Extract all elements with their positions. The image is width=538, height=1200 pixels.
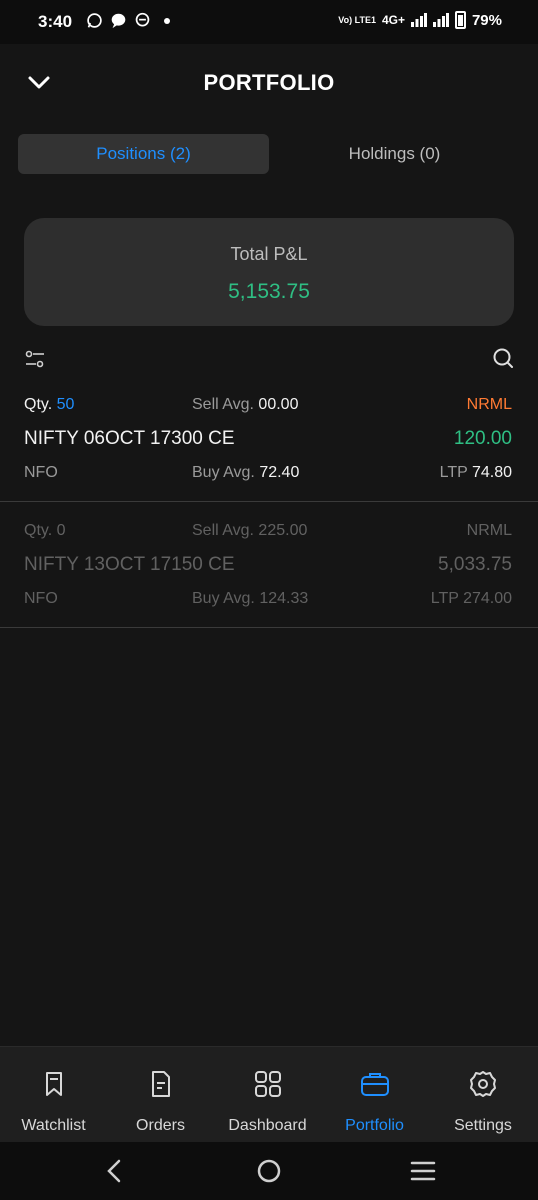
nav-label: Watchlist bbox=[21, 1117, 86, 1134]
system-indicators: Vo) LTE1 4G+ 79% bbox=[338, 11, 502, 29]
nav-label: Orders bbox=[136, 1117, 185, 1134]
sell-avg-field: Sell Avg. 225.00 bbox=[192, 522, 307, 540]
status-bar: 3:40 Vo) LTE1 4G+ 79% bbox=[0, 0, 538, 44]
chat-icon bbox=[135, 12, 150, 27]
buy-avg-field: Buy Avg. 72.40 bbox=[192, 464, 299, 482]
ltp-value: 274.00 bbox=[463, 590, 512, 607]
position-pnl: 120.00 bbox=[453, 428, 512, 449]
qty-label: Qty. bbox=[24, 522, 53, 539]
search-button[interactable] bbox=[492, 347, 514, 369]
nav-portfolio[interactable]: Portfolio bbox=[321, 1047, 428, 1143]
notification-dot bbox=[164, 17, 170, 24]
filter-button[interactable] bbox=[24, 348, 46, 370]
nav-watchlist[interactable]: Watchlist bbox=[0, 1047, 107, 1143]
whatsapp-icon bbox=[87, 13, 102, 28]
total-pnl-card: Total P&L 5,153.75 bbox=[24, 218, 514, 326]
battery-icon bbox=[454, 11, 466, 29]
position-row[interactable]: Qty. 50 Sell Avg. 00.00 NRML NIFTY 06OCT… bbox=[0, 376, 538, 502]
message-icon bbox=[111, 13, 126, 29]
instrument-symbol: NIFTY 06OCT 17300 CE bbox=[24, 428, 235, 449]
product-type: NRML bbox=[466, 396, 512, 413]
sell-avg-value: 225.00 bbox=[258, 522, 308, 539]
app-header: PORTFOLIO bbox=[0, 44, 538, 120]
status-time: 3:40 bbox=[38, 12, 73, 31]
qty-value: 0 bbox=[56, 522, 66, 539]
nav-label: Settings bbox=[454, 1117, 512, 1134]
ltp-field: LTP 74.80 bbox=[440, 464, 512, 482]
page-title: PORTFOLIO bbox=[203, 70, 335, 95]
sell-avg-label: Sell Avg. bbox=[192, 396, 254, 413]
sell-avg-value: 00.00 bbox=[258, 396, 299, 413]
nav-settings[interactable]: Settings bbox=[428, 1047, 538, 1143]
nav-orders[interactable]: Orders bbox=[107, 1047, 214, 1143]
grid-icon bbox=[254, 1071, 281, 1097]
tab-positions[interactable]: Positions (2) bbox=[18, 134, 269, 174]
nav-dashboard[interactable]: Dashboard bbox=[214, 1047, 321, 1143]
exchange: NFO bbox=[24, 464, 58, 481]
sell-avg-label: Sell Avg. bbox=[192, 522, 254, 539]
back-icon[interactable] bbox=[100, 1156, 130, 1186]
position-pnl: 5,033.75 bbox=[438, 554, 512, 575]
bottom-navigation: Watchlist Orders Dashboard Portfolio Set… bbox=[0, 1046, 538, 1142]
qty-field: Qty. 50 bbox=[24, 396, 74, 414]
notification-icons bbox=[86, 12, 170, 29]
ltp-field: LTP 274.00 bbox=[431, 590, 512, 608]
portfolio-tabs: Positions (2) Holdings (0) bbox=[18, 134, 520, 174]
nav-label: Portfolio bbox=[345, 1117, 404, 1134]
ltp-value: 74.80 bbox=[471, 464, 512, 481]
recents-icon[interactable] bbox=[408, 1156, 438, 1186]
qty-label: Qty. bbox=[24, 396, 53, 413]
ltp-label: LTP bbox=[439, 464, 468, 481]
product-type: NRML bbox=[466, 522, 512, 539]
document-icon bbox=[151, 1071, 170, 1097]
search-icon bbox=[493, 348, 513, 368]
buy-avg-field: Buy Avg. 124.33 bbox=[192, 590, 308, 608]
bookmark-icon bbox=[45, 1072, 62, 1096]
qty-value: 50 bbox=[56, 396, 75, 413]
nav-label: Dashboard bbox=[228, 1117, 307, 1134]
briefcase-icon bbox=[360, 1073, 389, 1096]
gear-icon bbox=[470, 1071, 496, 1097]
buy-avg-value: 124.33 bbox=[259, 590, 309, 607]
ltp-label: LTP bbox=[430, 590, 459, 607]
buy-avg-label: Buy Avg. bbox=[192, 590, 255, 607]
total-pnl-value: 5,153.75 bbox=[228, 280, 310, 303]
tab-holdings[interactable]: Holdings (0) bbox=[269, 134, 520, 174]
network-type: 4G+ bbox=[381, 13, 405, 27]
battery-percent: 79% bbox=[471, 11, 502, 29]
qty-field: Qty. 0 bbox=[24, 522, 66, 540]
buy-avg-label: Buy Avg. bbox=[192, 464, 255, 481]
position-row[interactable]: Qty. 0 Sell Avg. 225.00 NRML NIFTY 13OCT… bbox=[0, 502, 538, 628]
buy-avg-value: 72.40 bbox=[259, 464, 300, 481]
instrument-symbol: NIFTY 13OCT 17150 CE bbox=[24, 554, 235, 575]
signal-icon bbox=[410, 13, 427, 27]
signal-icon bbox=[432, 13, 449, 27]
volte-indicator: Vo) LTE1 bbox=[338, 14, 376, 25]
exchange: NFO bbox=[24, 590, 58, 607]
system-navigation-bar bbox=[0, 1142, 538, 1200]
home-icon[interactable] bbox=[254, 1156, 284, 1186]
total-pnl-label: Total P&L bbox=[230, 244, 308, 264]
sell-avg-field: Sell Avg. 00.00 bbox=[192, 396, 298, 414]
filter-icon bbox=[25, 350, 44, 368]
